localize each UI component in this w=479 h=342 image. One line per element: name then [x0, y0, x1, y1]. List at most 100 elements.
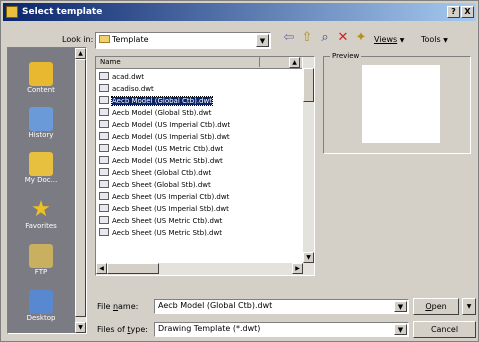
preview-label: Preview — [330, 52, 362, 60]
places-bar: Content History My Doc... ★ Favorites FT… — [7, 47, 87, 334]
template-file-icon — [99, 204, 109, 212]
up-folder-icon[interactable]: ⇧ — [299, 30, 315, 46]
file-name-dropdown-icon[interactable]: ▼ — [394, 301, 407, 312]
place-favorites[interactable]: ★ Favorites — [8, 197, 74, 231]
place-desktop[interactable]: Desktop — [8, 290, 74, 322]
file-name: Aecb Model (US Imperial Ctb).dwt — [112, 121, 231, 129]
file-row[interactable]: Aecb Sheet (US Metric Ctb).dwt — [99, 216, 222, 226]
file-scroll-down-button[interactable]: ▼ — [303, 252, 314, 263]
file-name: Aecb Model (US Imperial Stb).dwt — [112, 133, 230, 141]
template-file-icon — [99, 132, 109, 140]
template-file-icon — [99, 144, 109, 152]
place-ftp[interactable]: FTP — [8, 244, 74, 276]
template-file-icon — [99, 120, 109, 128]
template-file-icon — [99, 228, 109, 236]
favorites-star-icon: ★ — [31, 197, 51, 222]
places-scroll-thumb[interactable] — [75, 59, 86, 317]
folder-icon — [99, 35, 110, 43]
tools-menu[interactable]: Tools ▼ — [421, 35, 448, 44]
template-file-icon — [99, 108, 109, 116]
file-name: Aecb Model (US Metric Ctb).dwt — [112, 145, 224, 153]
preview-image — [362, 65, 440, 143]
help-button[interactable]: ? — [447, 6, 460, 18]
file-name: Aecb Model (Global Ctb).dwt — [111, 96, 213, 106]
select-template-dialog: Select template ? X Look in: Template ▼ … — [0, 0, 479, 342]
file-list-hscroll-thumb[interactable] — [107, 263, 159, 274]
scroll-right-button[interactable]: ▶ — [292, 263, 303, 274]
file-row[interactable]: Aecb Model (US Imperial Stb).dwt — [99, 132, 230, 142]
file-list-scroll-thumb[interactable] — [303, 68, 314, 102]
place-history[interactable]: History — [8, 107, 74, 139]
views-menu[interactable]: Views ▼ — [374, 35, 404, 44]
file-row[interactable]: acad.dwt — [99, 72, 144, 82]
file-row[interactable]: Aecb Model (US Metric Stb).dwt — [99, 156, 223, 166]
file-name: Aecb Model (Global Stb).dwt — [112, 109, 212, 117]
file-row[interactable]: Aecb Model (Global Stb).dwt — [99, 108, 212, 118]
place-content[interactable]: Content — [8, 62, 74, 94]
template-file-icon — [99, 216, 109, 224]
place-my-documents[interactable]: My Doc... — [8, 152, 74, 184]
chevron-down-icon[interactable]: ▼ — [256, 34, 269, 47]
file-name: acad.dwt — [112, 73, 145, 81]
file-row[interactable]: Aecb Sheet (Global Ctb).dwt — [99, 168, 211, 178]
cancel-button[interactable]: Cancel — [413, 321, 476, 338]
file-row[interactable]: Aecb Model (US Imperial Ctb).dwt — [99, 120, 230, 130]
file-row[interactable]: Aecb Sheet (Global Stb).dwt — [99, 180, 211, 190]
file-name: Aecb Model (US Metric Stb).dwt — [112, 157, 223, 165]
history-icon — [29, 107, 53, 131]
app-icon — [6, 6, 18, 18]
open-options-button[interactable]: ▼ — [462, 298, 476, 315]
scroll-up-button[interactable]: ▲ — [75, 48, 86, 59]
scroll-down-button[interactable]: ▼ — [75, 322, 86, 333]
file-name: Aecb Sheet (US Metric Ctb).dwt — [112, 217, 223, 225]
file-name: Aecb Sheet (US Imperial Stb).dwt — [112, 205, 229, 213]
my-documents-icon — [29, 152, 53, 176]
template-file-icon — [99, 72, 109, 80]
file-list-hscrollbar[interactable]: ◀ ▶ — [96, 263, 314, 275]
file-list-vscrollbar[interactable]: ▼ — [303, 57, 314, 263]
desktop-icon — [29, 290, 53, 314]
file-list[interactable]: Name ▲ acad.dwt acadiso.dwt Aecb Model (Gl… — [95, 56, 315, 276]
file-name: Aecb Sheet (Global Stb).dwt — [112, 181, 211, 189]
file-name-input[interactable]: Aecb Model (Global Ctb).dwt ▼ — [154, 299, 409, 314]
delete-icon[interactable]: ✕ — [335, 30, 351, 46]
file-row[interactable]: Aecb Sheet (US Imperial Ctb).dwt — [99, 192, 229, 202]
places-scrollbar[interactable]: ▲ ▼ — [75, 48, 86, 333]
open-button[interactable]: Open — [413, 298, 459, 315]
file-row[interactable]: Aecb Model (US Metric Ctb).dwt — [99, 144, 223, 154]
template-file-icon — [99, 156, 109, 164]
look-in-value: Template — [99, 35, 149, 44]
create-folder-icon[interactable]: ✦ — [353, 30, 369, 46]
name-column-header[interactable]: Name ▲ — [96, 57, 302, 69]
template-file-icon — [99, 96, 109, 104]
header-scroll-up[interactable]: ▲ — [289, 57, 300, 68]
template-file-icon — [99, 192, 109, 200]
scroll-left-button[interactable]: ◀ — [96, 263, 107, 274]
ftp-icon — [29, 244, 53, 268]
files-of-type-label: Files of type: — [97, 325, 148, 334]
column-divider[interactable] — [259, 57, 260, 67]
title-bar: Select template ? X — [3, 3, 476, 21]
file-row[interactable]: Aecb Sheet (US Imperial Stb).dwt — [99, 204, 229, 214]
file-row[interactable]: Aecb Model (Global Ctb).dwt — [99, 96, 213, 106]
template-file-icon — [99, 180, 109, 188]
files-of-type-dropdown[interactable]: Drawing Template (*.dwt) ▼ — [154, 322, 409, 337]
search-web-icon[interactable]: ⌕ — [317, 30, 333, 46]
template-file-icon — [99, 168, 109, 176]
file-name: acadiso.dwt — [112, 85, 154, 93]
dialog-title: Select template — [22, 7, 103, 17]
look-in-dropdown[interactable]: Template ▼ — [95, 32, 271, 49]
file-row[interactable]: acadiso.dwt — [99, 84, 154, 94]
file-name: Aecb Sheet (US Imperial Ctb).dwt — [112, 193, 230, 201]
preview-group: Preview — [323, 52, 471, 154]
content-folder-icon — [29, 62, 53, 86]
template-file-icon — [99, 84, 109, 92]
file-name-label: File name: — [97, 302, 139, 311]
file-row[interactable]: Aecb Sheet (US Metric Stb).dwt — [99, 228, 222, 238]
file-type-dropdown-icon[interactable]: ▼ — [394, 324, 407, 335]
file-name: Aecb Sheet (Global Ctb).dwt — [112, 169, 212, 177]
close-button[interactable]: X — [461, 6, 474, 18]
look-in-label: Look in: — [62, 35, 94, 44]
back-icon[interactable]: ⇦ — [281, 30, 297, 46]
file-name: Aecb Sheet (US Metric Stb).dwt — [112, 229, 222, 237]
